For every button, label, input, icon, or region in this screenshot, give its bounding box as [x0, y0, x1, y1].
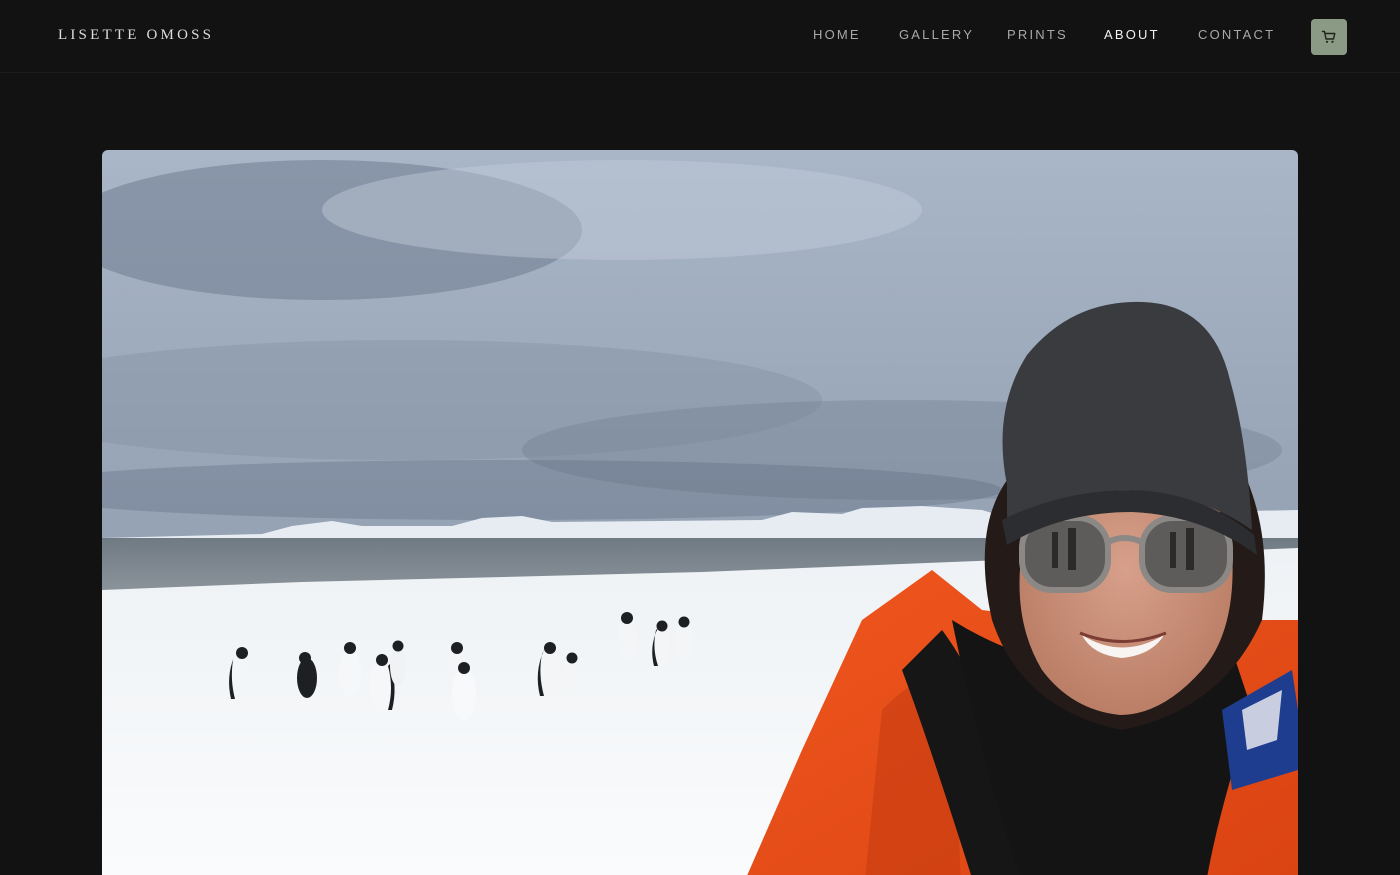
site-header: LISETTE OMOSS HOME GALLERY PRINTS ABOUT … — [0, 0, 1400, 73]
main-nav: HOME GALLERY PRINTS ABOUT CONTACT — [0, 27, 1400, 47]
cart-button[interactable] — [1311, 19, 1347, 55]
nav-gallery[interactable]: GALLERY — [899, 27, 974, 42]
shopping-cart-icon — [1321, 30, 1336, 43]
portrait-photo — [102, 150, 1298, 875]
nav-contact[interactable]: CONTACT — [1198, 27, 1275, 42]
nav-prints[interactable]: PRINTS — [1007, 27, 1068, 42]
nav-home[interactable]: HOME — [813, 27, 861, 42]
photo-illustration — [102, 150, 1298, 875]
nav-about[interactable]: ABOUT — [1104, 27, 1160, 42]
